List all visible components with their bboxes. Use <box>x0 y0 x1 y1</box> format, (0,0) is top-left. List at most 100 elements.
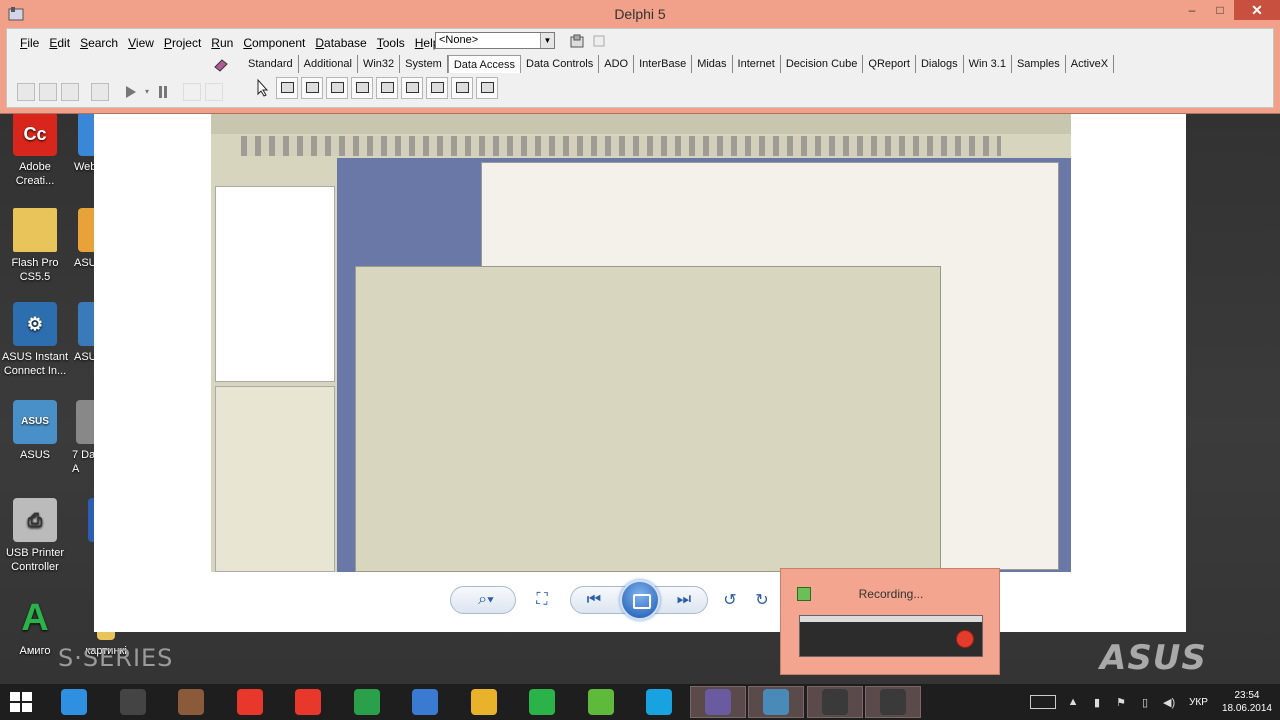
minimize-button[interactable]: – <box>1178 0 1206 20</box>
fit-window-icon[interactable]: ⛶ <box>528 588 556 612</box>
tab-data-controls[interactable]: Data Controls <box>521 55 600 73</box>
save-desktop-icon[interactable] <box>569 33 585 49</box>
menu-edit[interactable]: Edit <box>44 33 75 53</box>
language-indicator[interactable]: УКР <box>1189 697 1208 708</box>
keyboard-icon[interactable] <box>1030 695 1057 709</box>
taskbar-store[interactable] <box>339 686 395 718</box>
taskbar-utorrent[interactable] <box>573 686 629 718</box>
new-icon[interactable] <box>17 83 35 101</box>
session-icon[interactable] <box>401 77 423 99</box>
stored-proc-icon[interactable] <box>351 77 373 99</box>
tab-qreport[interactable]: QReport <box>863 55 916 73</box>
taskbar-skype[interactable] <box>631 686 687 718</box>
slideshow-button[interactable] <box>620 580 660 620</box>
menu-component[interactable]: Component <box>238 33 310 53</box>
clock[interactable]: 23:54 18.06.2014 <box>1222 689 1272 715</box>
taskbar-yandex-browser[interactable] <box>280 686 336 718</box>
menu-accelerator: P <box>163 36 172 50</box>
tab-win32[interactable]: Win32 <box>358 55 401 73</box>
taskbar-recorder-rec[interactable] <box>865 686 921 718</box>
taskbar-game[interactable] <box>163 686 219 718</box>
tab-midas[interactable]: Midas <box>692 55 733 73</box>
data-source-icon[interactable] <box>276 77 298 99</box>
photo-viewer-icon <box>763 689 789 715</box>
flag-icon[interactable]: ⚑ <box>1114 696 1128 709</box>
run-dropdown-icon[interactable]: ▾ <box>145 83 155 101</box>
delphi-app-icon[interactable] <box>8 6 24 22</box>
tab-internet[interactable]: Internet <box>733 55 781 73</box>
tab-data-access[interactable]: Data Access <box>447 55 521 73</box>
taskbar-amigo[interactable] <box>514 686 570 718</box>
menu-project[interactable]: Project <box>159 33 206 53</box>
delphi-icon <box>704 689 731 715</box>
taskbar-yandex[interactable] <box>222 686 278 718</box>
taskbar-delphi[interactable] <box>689 686 746 718</box>
close-button[interactable]: ✕ <box>1234 0 1280 20</box>
desktop-icon-asus-instant[interactable]: ⚙ ASUS Instant Connect In... <box>0 302 70 378</box>
maximize-button[interactable]: □ <box>1206 0 1234 20</box>
pointer-icon[interactable] <box>251 77 273 99</box>
taskbar-ie[interactable] <box>46 686 102 718</box>
menu-label: roject <box>171 36 202 50</box>
view-form-icon[interactable] <box>91 83 109 101</box>
power-icon[interactable]: ▯ <box>1138 696 1152 709</box>
tab-dialogs[interactable]: Dialogs <box>916 55 964 73</box>
record-button[interactable] <box>956 630 974 648</box>
volume-icon[interactable]: ◀) <box>1162 696 1176 709</box>
query-icon[interactable] <box>326 77 348 99</box>
step-over-icon[interactable] <box>205 83 223 101</box>
signal-icon[interactable]: ▮ <box>1090 696 1104 709</box>
update-sql-icon[interactable] <box>451 77 473 99</box>
taskbar-recorder[interactable] <box>806 686 863 718</box>
taskbar-photo-viewer[interactable] <box>748 686 804 718</box>
taskbar-chrome[interactable] <box>456 686 512 718</box>
next-icon[interactable]: ⏭ <box>670 588 698 612</box>
delphi-titlebar[interactable]: Delphi 5 – □ ✕ <box>0 0 1280 28</box>
tab-samples[interactable]: Samples <box>1012 55 1066 73</box>
database-icon[interactable] <box>376 77 398 99</box>
menu-search[interactable]: Search <box>75 33 123 53</box>
chevron-up-icon[interactable]: ▲ <box>1066 696 1080 708</box>
table-icon[interactable] <box>301 77 323 99</box>
desktop-layout-combo[interactable]: <None> ▼ <box>435 32 555 49</box>
rotate-left-icon[interactable]: ↺ <box>716 588 744 612</box>
menu-tools[interactable]: Tools <box>372 33 410 53</box>
tab-decision-cube[interactable]: Decision Cube <box>781 55 864 73</box>
tab-ado[interactable]: ADO <box>599 55 635 73</box>
menu-file[interactable]: File <box>15 33 44 53</box>
trace-into-icon[interactable] <box>183 83 201 101</box>
amigo-icon <box>529 689 555 715</box>
zoom-icon[interactable]: ⌕▾ <box>472 588 500 612</box>
tab-system[interactable]: System <box>400 55 448 73</box>
run-icon[interactable] <box>123 83 141 101</box>
save-icon[interactable] <box>61 83 79 101</box>
taskbar-audio[interactable] <box>397 686 453 718</box>
desktop-icon-usb-printer[interactable]: ⎙ USB Printer Controller <box>0 498 70 574</box>
desktop-icon-asus[interactable]: ASUS ASUS <box>0 400 70 462</box>
desktop-icon-adobe[interactable]: Cc Adobe Creati... <box>0 112 70 188</box>
tab-standard[interactable]: Standard <box>243 55 299 73</box>
tab-win-3-1[interactable]: Win 3.1 <box>964 55 1012 73</box>
open-icon[interactable] <box>39 83 57 101</box>
chevron-down-icon[interactable]: ▼ <box>540 33 554 48</box>
menu-label: ools <box>382 36 405 50</box>
tab-additional[interactable]: Additional <box>299 55 358 73</box>
rotate-right-icon[interactable]: ↻ <box>748 588 776 612</box>
previous-icon[interactable]: ⏮ <box>580 588 608 612</box>
taskbar-steam[interactable] <box>105 686 161 718</box>
menu-run[interactable]: Run <box>206 33 238 53</box>
image-inspector-panel <box>215 386 335 572</box>
tab-activex[interactable]: ActiveX <box>1066 55 1115 73</box>
yandex-icon <box>236 689 263 715</box>
pause-icon[interactable] <box>159 83 173 101</box>
batch-move-icon[interactable] <box>426 77 448 99</box>
tab-interbase[interactable]: InterBase <box>634 55 693 73</box>
nested-table-icon[interactable] <box>476 77 498 99</box>
set-debug-desktop-icon[interactable] <box>591 33 607 49</box>
component-palette-book-icon[interactable] <box>213 57 229 73</box>
menu-view[interactable]: View <box>123 33 159 53</box>
menu-database[interactable]: Database <box>310 33 371 53</box>
start-button[interactable] <box>10 692 32 712</box>
desktop-icon-flash[interactable]: Flash Pro CS5.5 <box>0 208 70 284</box>
recording-popup[interactable]: Recording... <box>780 568 1000 675</box>
